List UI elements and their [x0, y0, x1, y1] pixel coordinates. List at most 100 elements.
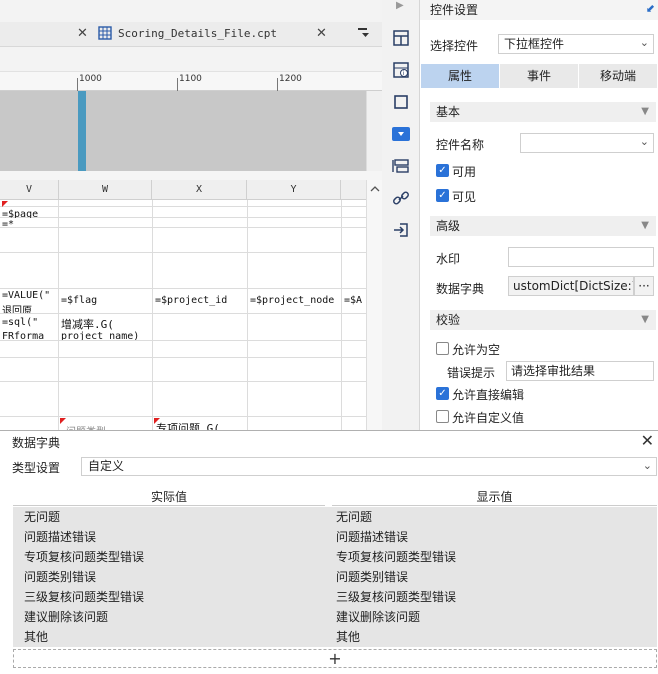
close-icon[interactable]: ✕	[641, 431, 654, 450]
collapse-icon: ▼	[641, 106, 649, 117]
horizontal-ruler: 1000 1100 1200	[0, 72, 382, 91]
error-hint-label: 错误提示	[447, 366, 496, 380]
column-header[interactable]	[341, 180, 368, 200]
cell-attr-icon[interactable]: i	[391, 60, 411, 80]
widget-type-value: 下拉框控件	[504, 37, 565, 51]
cell-display[interactable]: 建议删除该问题	[336, 607, 420, 627]
side-icon-bar: ▶ i	[382, 0, 420, 430]
shape-icon[interactable]	[391, 92, 411, 112]
close-tab-icon[interactable]: ✕	[316, 26, 327, 41]
visible-label: 可见	[452, 190, 477, 204]
close-tab-icon[interactable]: ✕	[77, 26, 88, 41]
section-basic[interactable]: 基本 ▼	[430, 102, 656, 122]
ruler-label: 1100	[179, 74, 202, 84]
data-dict-dialog: 数据字典 ✕ 类型设置 自定义 ⌄ 实际值 显示值 无问题 无问题 问题描述错误…	[0, 430, 658, 674]
cell-display[interactable]: 专项复核问题类型错误	[336, 547, 456, 567]
grid-cell[interactable]: 退回原	[2, 302, 58, 313]
editor-top-strip	[0, 0, 382, 22]
import-icon[interactable]	[391, 220, 411, 240]
cell-marker	[2, 201, 8, 207]
panel-tabs: 属性 事件 移动端	[421, 64, 658, 88]
grid-cell[interactable]: =$page	[2, 209, 58, 218]
grid-cell[interactable]: project_name)	[61, 331, 151, 340]
expand-arrow-icon[interactable]: ▶	[396, 0, 404, 11]
page-boundary-marker[interactable]	[78, 91, 86, 171]
grid-cell[interactable]: =$project_node	[250, 295, 340, 306]
report-file-icon	[98, 26, 112, 43]
cell-display[interactable]: 问题描述错误	[336, 527, 408, 547]
tab-properties[interactable]: 属性	[421, 64, 500, 88]
widget-name-select[interactable]: ⌄	[520, 133, 654, 153]
column-header[interactable]: Y	[247, 180, 341, 200]
grid-cell[interactable]: =*	[2, 219, 58, 227]
cell-display[interactable]: 三级复核问题类型错误	[336, 587, 456, 607]
page-canvas	[0, 91, 368, 171]
error-hint-input[interactable]: 请选择审批结果	[506, 361, 654, 381]
enabled-label: 可用	[452, 165, 477, 179]
visible-checkbox[interactable]: ✓	[436, 189, 449, 202]
cell-actual[interactable]: 问题类别错误	[24, 567, 96, 587]
grid-cell[interactable]: =$project_id	[155, 295, 246, 306]
grid-cell[interactable]: 增减率.G(	[61, 316, 151, 330]
pin-icon[interactable]: ⬋	[646, 2, 655, 15]
widget-type-select[interactable]: 下拉框控件 ⌄	[498, 34, 654, 54]
column-header-display[interactable]: 显示值	[332, 488, 657, 506]
grid-scrollbar[interactable]	[366, 180, 382, 435]
cell-actual[interactable]: 专项复核问题类型错误	[24, 547, 144, 567]
enabled-checkbox[interactable]: ✓	[436, 164, 449, 177]
report-grid[interactable]: V W X Y =$page =* =VALUE(" 退回原 =$flag =$…	[0, 180, 368, 435]
section-advanced[interactable]: 高级 ▼	[430, 216, 656, 236]
canvas-scrollbar[interactable]	[366, 91, 382, 171]
data-dict-edit-button[interactable]: ···	[634, 276, 654, 296]
widget-icon[interactable]	[392, 127, 410, 141]
cell-display[interactable]: 其他	[336, 627, 360, 647]
section-validate[interactable]: 校验 ▼	[430, 310, 656, 330]
dict-table-body	[13, 507, 657, 647]
chevron-down-icon: ⌄	[639, 36, 649, 49]
form-icon[interactable]	[391, 156, 411, 176]
grid-cell[interactable]: =$A	[344, 295, 366, 306]
cell-actual[interactable]: 三级复核问题类型错误	[24, 587, 144, 607]
tab-events[interactable]: 事件	[500, 64, 579, 88]
grid-cell[interactable]: FRforma	[2, 331, 58, 340]
section-validate-label: 校验	[436, 313, 461, 327]
watermark-input[interactable]	[508, 247, 654, 267]
chevron-down-icon: ⌄	[642, 459, 652, 472]
select-widget-label: 选择控件	[430, 39, 479, 53]
widget-settings-panel: 控件设置 ⬋ 选择控件 下拉框控件 ⌄ 属性 事件 移动端 基本 ▼ 控件名称 …	[420, 0, 658, 430]
editor-sub-toolbar	[0, 47, 382, 72]
grid-cell[interactable]: =$flag	[61, 295, 151, 306]
grid-cell[interactable]: =sql("	[2, 317, 58, 330]
allow-edit-checkbox[interactable]: ✓	[436, 387, 449, 400]
cell-actual[interactable]: 问题描述错误	[24, 527, 96, 547]
allow-empty-checkbox[interactable]	[436, 342, 449, 355]
section-advanced-label: 高级	[436, 219, 461, 233]
tab-menu-icon[interactable]	[357, 26, 371, 43]
cell-actual[interactable]: 建议删除该问题	[24, 607, 108, 627]
allow-custom-checkbox[interactable]	[436, 410, 449, 423]
grid-cell[interactable]: =VALUE("	[2, 290, 58, 302]
data-dict-field[interactable]: ustomDict[DictSize:7]	[508, 276, 634, 296]
column-header[interactable]: X	[152, 180, 247, 200]
tab-mobile[interactable]: 移动端	[579, 64, 658, 88]
collapse-icon: ▼	[641, 314, 649, 325]
chevron-down-icon: ⌄	[639, 135, 649, 148]
cell-actual[interactable]: 无问题	[24, 507, 60, 527]
link-icon[interactable]	[391, 188, 411, 208]
cell-actual[interactable]: 其他	[24, 627, 48, 647]
panel-title: 控件设置	[430, 3, 479, 17]
ruler-label: 1200	[279, 74, 302, 84]
type-setting-select[interactable]: 自定义 ⌄	[81, 457, 657, 476]
add-row-button[interactable]: +	[13, 649, 657, 668]
section-basic-label: 基本	[436, 105, 461, 119]
type-setting-value: 自定义	[88, 459, 125, 473]
allow-custom-label: 允许自定义值	[452, 411, 525, 425]
column-header[interactable]: V	[0, 180, 59, 200]
allow-empty-label: 允许为空	[452, 343, 501, 357]
cell-display[interactable]: 无问题	[336, 507, 372, 527]
cell-display[interactable]: 问题类别错误	[336, 567, 408, 587]
column-header[interactable]: W	[59, 180, 152, 200]
column-header-actual[interactable]: 实际值	[13, 488, 325, 506]
layout-icon[interactable]	[391, 28, 411, 48]
file-tab-name[interactable]: Scoring_Details_File.cpt	[118, 27, 277, 40]
